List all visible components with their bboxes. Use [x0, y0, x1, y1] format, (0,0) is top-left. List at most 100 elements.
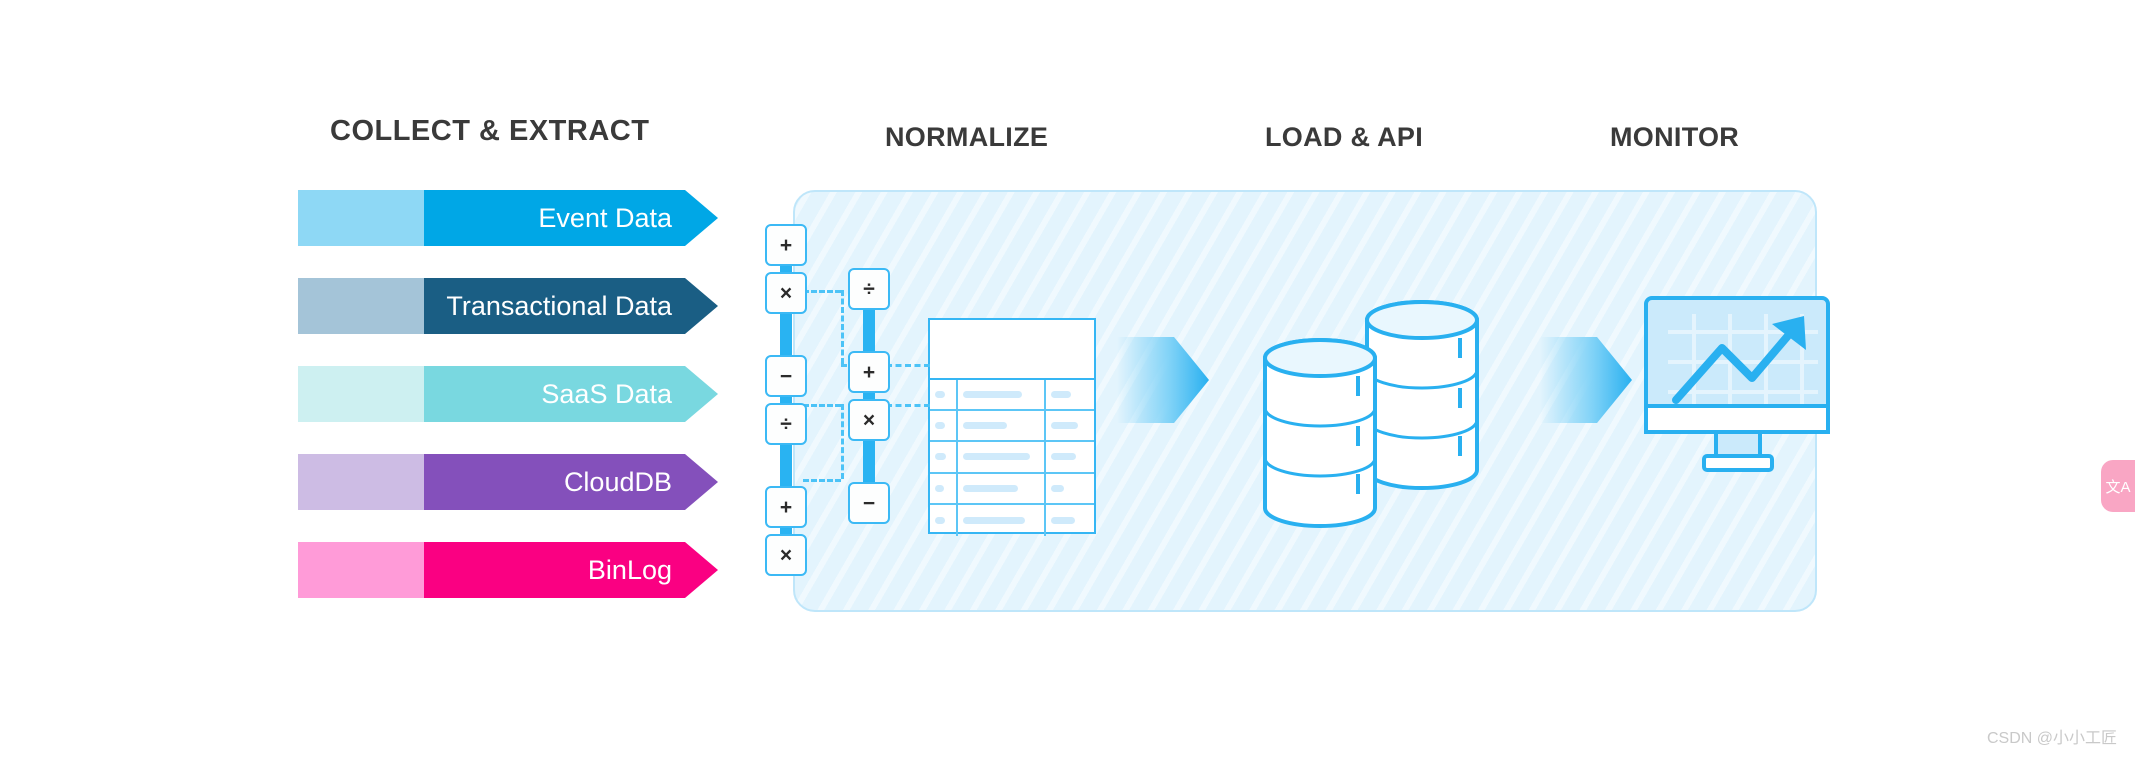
table-cell-placeholder	[1051, 391, 1071, 399]
source-arrow-light-segment	[298, 366, 424, 422]
source-label: Event Data	[538, 202, 672, 233]
source-arrow-dark-segment: CloudDB	[424, 454, 718, 510]
table-cell-placeholder	[935, 516, 945, 524]
table-cell-placeholder	[935, 391, 945, 399]
operator-column-left: + × − ÷ + ×	[765, 224, 807, 576]
operator-symbol: −	[779, 364, 793, 388]
table-row	[930, 504, 1094, 536]
table-cell-placeholder	[935, 484, 944, 492]
stage-title-normalize: NORMALIZE	[885, 122, 1049, 152]
operator-connector	[780, 314, 792, 355]
operator-connector	[863, 441, 875, 482]
operator-box[interactable]: ÷	[848, 268, 890, 310]
table-cell	[930, 442, 958, 472]
table-cell-placeholder	[963, 484, 1018, 492]
table-row	[930, 473, 1094, 505]
stage-title-collect: COLLECT & EXTRACT	[330, 115, 650, 147]
operator-box[interactable]: +	[848, 351, 890, 393]
operator-symbol: −	[862, 491, 876, 515]
table-cell	[930, 380, 958, 410]
stage-title-load: LOAD & API	[1265, 122, 1423, 152]
source-arrow-shape: CloudDB	[298, 454, 718, 510]
table-cell	[930, 411, 958, 441]
table-cell	[958, 504, 1046, 536]
table-body	[930, 380, 1094, 536]
operator-symbol: ×	[779, 543, 793, 567]
operator-box[interactable]: ÷	[765, 403, 807, 445]
operator-box[interactable]: +	[765, 486, 807, 528]
source-arrow-dark-segment: SaaS Data	[424, 366, 718, 422]
operator-link-6-h	[803, 479, 841, 482]
watermark: CSDN @小小工匠	[1986, 730, 2117, 747]
table-cell	[1046, 380, 1094, 409]
operator-box[interactable]: ×	[765, 534, 807, 576]
source-arrow-dark-segment: Transactional Data	[424, 278, 718, 334]
table-cell-placeholder	[1051, 422, 1078, 430]
source-arrow-shape: Event Data	[298, 190, 718, 246]
source-arrow-light-segment	[298, 454, 424, 510]
source-arrow-light-segment	[298, 542, 424, 598]
table-cell-placeholder	[963, 422, 1008, 430]
source-label: SaaS Data	[541, 378, 672, 409]
source-row[interactable]: SaaS Data	[298, 366, 718, 422]
table-cell-placeholder	[1051, 516, 1075, 524]
operator-link-1-v	[841, 290, 844, 364]
operator-column-right: ÷ + × −	[848, 268, 890, 524]
table-header	[930, 320, 1094, 380]
table-cell	[958, 473, 1046, 503]
translate-icon[interactable]: 文A	[2101, 460, 2135, 512]
operator-box[interactable]: −	[765, 355, 807, 397]
table-cell	[958, 442, 1046, 472]
table-cell	[930, 473, 958, 503]
operator-symbol: ×	[862, 408, 876, 432]
table-row	[930, 411, 1094, 443]
operator-link-5-h	[803, 404, 841, 407]
source-row[interactable]: Event Data	[298, 190, 718, 246]
source-arrow-shape: BinLog	[298, 542, 718, 598]
source-row[interactable]: CloudDB	[298, 454, 718, 510]
operator-symbol: +	[779, 495, 793, 519]
source-label: Transactional Data	[446, 290, 672, 321]
source-arrow-shape: SaaS Data	[298, 366, 718, 422]
table-cell	[1046, 505, 1094, 536]
table-cell-placeholder	[963, 453, 1030, 461]
operator-symbol: +	[862, 360, 876, 384]
source-list: Event Data Transactional Data SaaS Data Clo…	[298, 190, 718, 630]
table-cell	[930, 504, 958, 536]
table-cell-placeholder	[935, 453, 946, 461]
source-row[interactable]: BinLog	[298, 542, 718, 598]
operator-box[interactable]: ×	[765, 272, 807, 314]
operator-link-4-h	[886, 404, 930, 407]
stage-title-monitor: MONITOR	[1610, 122, 1740, 152]
operator-link-3-h	[886, 364, 930, 367]
operator-connector	[780, 445, 792, 486]
operator-box[interactable]: −	[848, 482, 890, 524]
table-row	[930, 442, 1094, 474]
table-cell-placeholder	[935, 422, 945, 430]
operator-box[interactable]: ×	[848, 399, 890, 441]
database-stack-icon	[1255, 290, 1495, 530]
table-cell	[1046, 442, 1094, 471]
table-row	[930, 380, 1094, 412]
source-arrow-dark-segment: Event Data	[424, 190, 718, 246]
table-cell	[1046, 411, 1094, 440]
source-label: BinLog	[587, 554, 672, 585]
operator-connector	[863, 310, 875, 351]
operator-symbol: ×	[779, 281, 793, 305]
source-label: CloudDB	[563, 466, 672, 497]
monitor-chart-icon	[1642, 294, 1842, 484]
operator-symbol: ÷	[863, 277, 875, 301]
operator-box[interactable]: +	[765, 224, 807, 266]
table-cell	[1046, 474, 1094, 503]
table-cell-placeholder	[1051, 453, 1077, 461]
source-arrow-shape: Transactional Data	[298, 278, 718, 334]
table-cell-placeholder	[1051, 484, 1064, 492]
table-cell-placeholder	[963, 516, 1026, 524]
operator-symbol: +	[779, 233, 793, 257]
table-cell-placeholder	[963, 391, 1023, 399]
source-row[interactable]: Transactional Data	[298, 278, 718, 334]
operator-symbol: ÷	[780, 412, 792, 436]
operator-link-1-h	[803, 290, 841, 293]
operator-link-5-v	[841, 404, 844, 479]
source-arrow-dark-segment: BinLog	[424, 542, 718, 598]
